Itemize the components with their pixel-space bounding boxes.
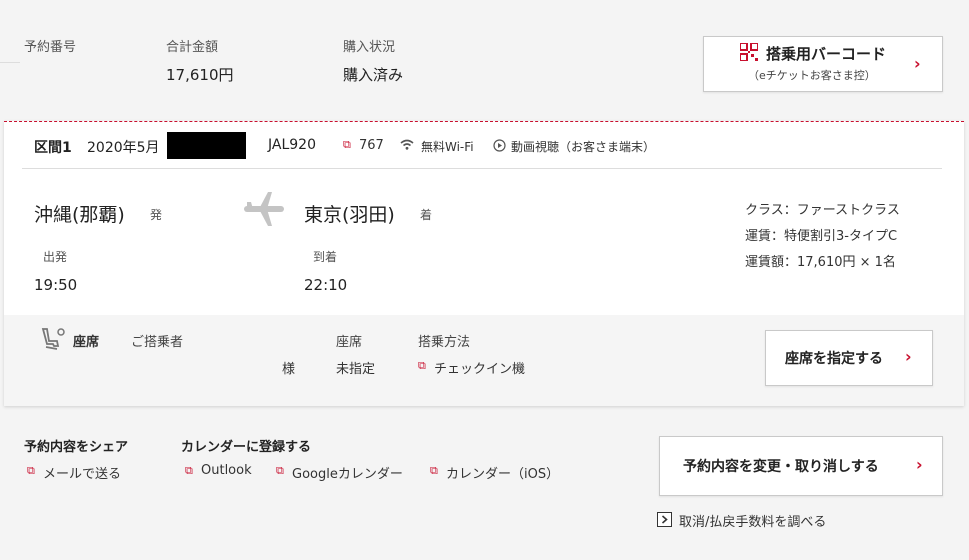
select-seat-label: 座席を指定する xyxy=(785,351,883,367)
airplane-icon xyxy=(244,192,284,226)
fare-amount-text: 運賃額：17,610円 × 1名 xyxy=(745,255,896,270)
email-link[interactable]: メールで送る xyxy=(43,463,121,482)
google-calendar-link[interactable]: Googleカレンダー xyxy=(292,463,403,482)
card-divider xyxy=(22,168,942,169)
play-circle-icon xyxy=(493,139,506,152)
arrival-label: 到着 xyxy=(313,250,338,264)
ios-calendar-link[interactable]: カレンダー（iOS） xyxy=(446,463,559,482)
departure-label: 出発 xyxy=(43,250,68,264)
divider xyxy=(0,62,20,63)
chevron-right-icon: › xyxy=(916,455,923,474)
arrival-time: 22:10 xyxy=(304,276,348,294)
change-cancel-label: 予約内容を変更・取り消しする xyxy=(683,459,879,475)
wifi-icon xyxy=(400,139,414,150)
chevron-right-icon: › xyxy=(914,54,921,73)
boarding-barcode-button[interactable]: 搭乗用バーコード （eチケットお客さま控） › xyxy=(703,36,943,92)
select-seat-button[interactable]: 座席を指定する › xyxy=(765,330,933,386)
reservation-number-label: 予約番号 xyxy=(24,40,77,55)
chevron-right-icon: › xyxy=(905,347,912,366)
flight-number: JAL920 xyxy=(268,137,316,153)
video-label: 動画視聴（お客さま端末） xyxy=(511,140,656,154)
checkin-machine-link[interactable]: チェックイン機 xyxy=(434,358,525,377)
cancellation-fee-link[interactable]: 取消/払戻手数料を調べる xyxy=(679,511,826,530)
change-cancel-button[interactable]: 予約内容を変更・取り消しする › xyxy=(659,436,943,496)
share-label: 予約内容をシェア xyxy=(24,440,129,455)
seat-column-header: 座席 xyxy=(336,335,363,350)
departure-time: 19:50 xyxy=(34,276,78,294)
purchase-status-label: 購入状況 xyxy=(343,40,396,55)
seat-section-label: 座席 xyxy=(73,335,100,350)
outlook-link[interactable]: Outlook xyxy=(201,463,252,478)
boarding-method-header: 搭乗方法 xyxy=(418,335,471,350)
purchase-status-value: 購入済み xyxy=(343,66,404,84)
destination-airport: 東京(羽田) xyxy=(304,204,395,226)
passenger-honorific: 様 xyxy=(282,362,296,377)
segment-date: 2020年5月 xyxy=(87,140,160,156)
total-amount-value: 17,610円 xyxy=(166,66,234,84)
fare-type-text: 運賃：特便割引3-タイプC xyxy=(745,229,898,244)
arrow-box-icon xyxy=(657,512,672,527)
class-text: クラス：ファーストクラス xyxy=(745,203,900,218)
origin-airport: 沖縄(那覇) xyxy=(34,204,125,226)
external-link-icon: ⧉ xyxy=(343,138,351,151)
external-link-icon: ⧉ xyxy=(276,464,284,477)
calendar-label: カレンダーに登録する xyxy=(181,440,312,455)
segment-label: 区間1 xyxy=(34,140,72,156)
destination-suffix: 着 xyxy=(420,208,433,222)
external-link-icon: ⧉ xyxy=(430,464,438,477)
external-link-icon: ⧉ xyxy=(418,359,426,372)
seat-icon xyxy=(41,328,65,350)
barcode-button-label: 搭乗用バーコード xyxy=(766,45,887,63)
total-amount-label: 合計金額 xyxy=(166,40,219,55)
redacted-block xyxy=(167,132,246,159)
seat-value: 未指定 xyxy=(336,362,376,377)
barcode-button-sublabel: （eチケットお客さま控） xyxy=(748,69,876,82)
wifi-label: 無料Wi-Fi xyxy=(421,140,474,154)
passenger-header: ご搭乗者 xyxy=(131,335,184,350)
origin-suffix: 発 xyxy=(150,208,163,222)
qr-code-icon xyxy=(740,43,758,61)
aircraft-type-link[interactable]: 767 xyxy=(359,138,384,153)
external-link-icon: ⧉ xyxy=(185,464,193,477)
external-link-icon: ⧉ xyxy=(27,464,35,477)
